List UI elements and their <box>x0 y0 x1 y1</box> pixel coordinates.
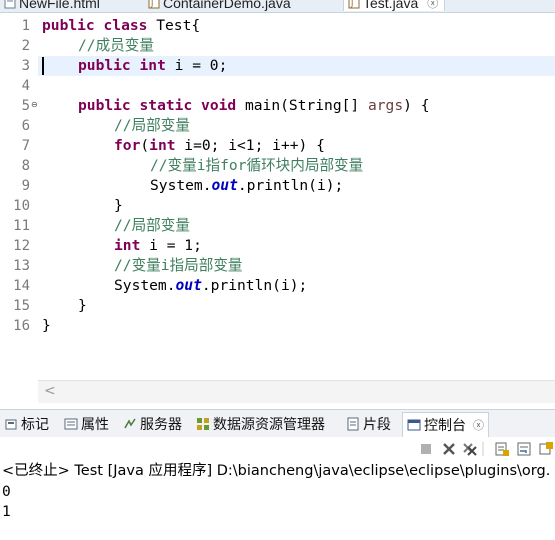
code-line: //变量i指局部变量 <box>114 257 243 274</box>
line-number: 9 <box>21 178 30 194</box>
tab-label: 标记 <box>21 417 49 433</box>
code-line: } <box>114 197 123 214</box>
code-line: //成员变量 <box>78 37 154 54</box>
code-line: } <box>42 317 51 334</box>
console-status-line: <已终止> Test [Java 应用程序] D:\biancheng\java… <box>2 463 551 479</box>
tab-test-java[interactable]: J Test.java ⓧ <box>343 0 446 11</box>
code-editor[interactable]: 1 2 3 4 5 ⊖ 6 7 8 9 10 11 12 13 14 15 16… <box>0 13 555 381</box>
scroll-left-icon[interactable]: < <box>44 383 56 399</box>
console-icon <box>407 418 421 432</box>
line-number: 11 <box>13 218 30 234</box>
code-line: //局部变量 <box>114 117 190 134</box>
tab-servers[interactable]: 服务器 <box>123 415 182 433</box>
properties-icon <box>64 417 78 431</box>
snippets-icon <box>346 417 360 431</box>
remove-all-terminated-icon[interactable] <box>462 441 478 457</box>
java-file-icon: J <box>148 0 160 9</box>
tab-properties[interactable]: 属性 <box>64 415 109 433</box>
line-number-gutter: 1 2 3 4 5 ⊖ 6 7 8 9 10 11 12 13 14 15 16 <box>0 13 38 381</box>
console-toolbar <box>0 437 555 461</box>
tab-label: 控制台 <box>424 418 466 434</box>
line-number: 2 <box>21 38 30 54</box>
tab-label: 数据源资源管理器 <box>213 417 325 433</box>
code-line: //变量i指for循环块内局部变量 <box>150 157 364 174</box>
close-icon[interactable]: ⓧ <box>473 417 484 433</box>
datasource-icon <box>196 417 210 431</box>
code-line: public class Test{ <box>42 17 201 34</box>
tab-label: 属性 <box>81 417 109 433</box>
code-line: public static void main(String[] args) { <box>78 97 430 114</box>
line-number: 14 <box>13 278 30 294</box>
svg-text:J: J <box>350 0 353 8</box>
code-line: for(int i=0; i<1; i++) { <box>114 137 325 154</box>
close-icon[interactable]: ⓧ <box>427 0 438 11</box>
line-number: 15 <box>13 298 30 314</box>
tab-newfile-html[interactable]: NewFile.html <box>4 0 100 11</box>
markers-icon <box>4 417 18 431</box>
horizontal-scrollbar[interactable]: < <box>38 380 555 403</box>
line-number: 5 <box>21 98 30 114</box>
remove-launch-icon[interactable] <box>441 441 457 457</box>
terminate-icon[interactable] <box>418 441 434 457</box>
console-output-line: 0 <box>2 484 11 500</box>
code-line: //局部变量 <box>114 217 190 234</box>
line-number: 16 <box>13 318 30 334</box>
toolbar-separator <box>480 441 486 457</box>
tab-label: 服务器 <box>140 417 182 433</box>
pin-console-icon[interactable] <box>538 441 554 457</box>
line-number: 13 <box>13 258 30 274</box>
tab-label: Test.java <box>363 0 419 11</box>
line-number: 6 <box>21 118 30 134</box>
tab-datasource-explorer[interactable]: 数据源资源管理器 <box>196 415 325 433</box>
line-number: 12 <box>13 238 30 254</box>
html-file-icon <box>4 0 16 9</box>
tab-containerdemo-java[interactable]: J ContainerDemo.java <box>148 0 291 11</box>
code-line: } <box>78 297 87 314</box>
tab-snippets[interactable]: 片段 <box>346 415 391 433</box>
code-line: System.out.println(i); <box>150 177 344 194</box>
editor-tab-strip: NewFile.html J ContainerDemo.java J Test… <box>0 0 555 13</box>
word-wrap-icon[interactable] <box>516 441 532 457</box>
bottom-panel-tabs: 标记 属性 服务器 数据源资源管理器 片段 控制台 ⓧ <box>0 409 555 439</box>
console-output-line: 1 <box>2 504 11 520</box>
tab-label: ContainerDemo.java <box>163 0 291 11</box>
code-line: public int i = 0; <box>78 57 228 74</box>
code-line: System.out.println(i); <box>114 277 308 294</box>
fold-collapse-icon[interactable]: ⊖ <box>31 100 38 109</box>
line-number: 7 <box>21 138 30 154</box>
tab-markers[interactable]: 标记 <box>4 415 49 433</box>
code-line: int i = 1; <box>114 237 202 254</box>
svg-text:J: J <box>150 0 153 8</box>
line-number: 4 <box>21 78 30 94</box>
line-number: 3 <box>21 58 30 74</box>
scroll-lock-icon[interactable] <box>494 441 510 457</box>
line-number: 1 <box>21 18 30 34</box>
tab-console[interactable]: 控制台 ⓧ <box>402 412 489 437</box>
line-number: 10 <box>13 198 30 214</box>
line-number: 8 <box>21 158 30 174</box>
tab-label: 片段 <box>363 417 391 433</box>
text-caret <box>42 57 44 75</box>
tab-label: NewFile.html <box>19 0 100 11</box>
java-file-icon: J <box>348 0 360 9</box>
servers-icon <box>123 417 137 431</box>
